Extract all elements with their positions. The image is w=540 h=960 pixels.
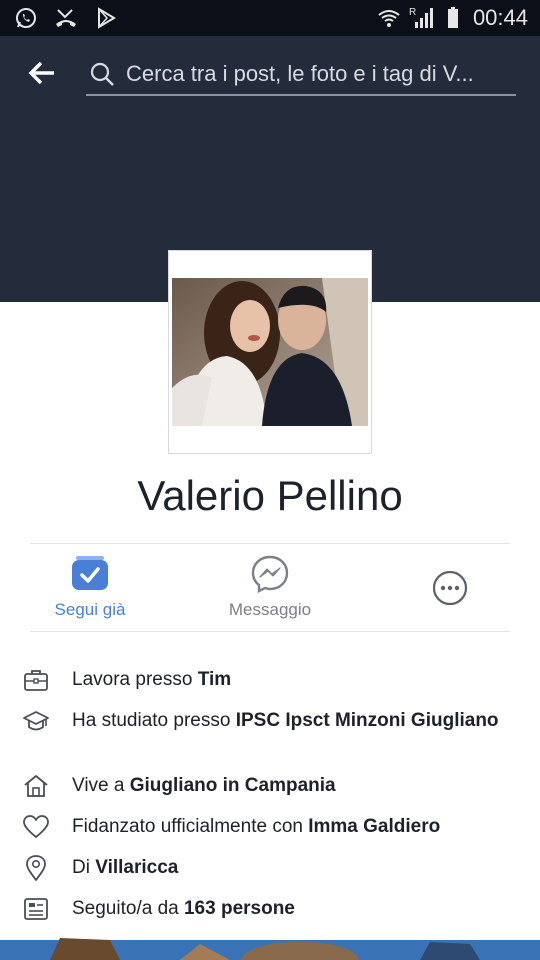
info-from-prefix: Di (72, 857, 96, 878)
profile-picture[interactable] (172, 278, 368, 426)
clock: 00:44 (472, 5, 528, 30)
location-pin-icon (26, 855, 46, 881)
briefcase-icon (24, 670, 48, 691)
info-education-prefix: Ha studiato presso (72, 710, 236, 731)
home-icon (24, 775, 48, 797)
search-bar[interactable] (86, 54, 516, 96)
whatsapp-icon (16, 8, 36, 28)
missed-call-icon (56, 9, 76, 27)
profile-picture-frame[interactable] (168, 250, 372, 454)
status-bar: R 00:44 (0, 0, 540, 36)
profile-photo-image (172, 278, 368, 426)
following-label: Segui già (54, 600, 126, 619)
following-button[interactable]: Segui già (10, 548, 170, 630)
messenger-icon (251, 555, 289, 593)
following-check-icon (72, 556, 108, 590)
info-education-value[interactable]: IPSC Ipsct Minzoni Giugliano (236, 710, 499, 731)
more-options-icon (432, 570, 468, 606)
roaming-signal-icon: R (409, 7, 433, 28)
heart-icon (23, 815, 49, 838)
profile-name: Valerio Pellino (137, 472, 403, 519)
photo-strip[interactable] (0, 934, 540, 960)
followers-feed-icon (24, 898, 48, 920)
info-work-prefix: Lavora presso (72, 669, 198, 690)
divider-top (30, 543, 510, 544)
info-relationship-prefix: Fidanzato ufficialmente con (72, 816, 309, 837)
message-label: Messaggio (228, 600, 312, 619)
info-followers-value[interactable]: 163 persone (184, 898, 295, 919)
back-arrow-icon[interactable] (26, 58, 58, 88)
search-input[interactable] (126, 61, 516, 87)
divider-bottom (30, 631, 510, 632)
info-from-value[interactable]: Villaricca (95, 857, 178, 878)
info-work-value[interactable]: Tim (198, 669, 231, 690)
info-relationship-value[interactable]: Imma Galdiero (308, 816, 440, 837)
more-options-button[interactable] (370, 548, 530, 630)
svg-text:R: R (409, 7, 416, 18)
info-followers-prefix: Seguito/a da (72, 898, 184, 919)
search-icon (90, 62, 114, 86)
info-lives-value[interactable]: Giugliano in Campania (130, 775, 336, 796)
profile-actions: Segui già Messaggio (0, 548, 540, 630)
graduation-cap-icon (23, 711, 49, 731)
photo-strip-image (0, 934, 540, 960)
message-button[interactable]: Messaggio (190, 548, 350, 630)
wifi-icon (378, 10, 400, 27)
info-lives-prefix: Vive a (72, 775, 130, 796)
play-store-icon (98, 7, 116, 29)
battery-icon (447, 7, 458, 28)
